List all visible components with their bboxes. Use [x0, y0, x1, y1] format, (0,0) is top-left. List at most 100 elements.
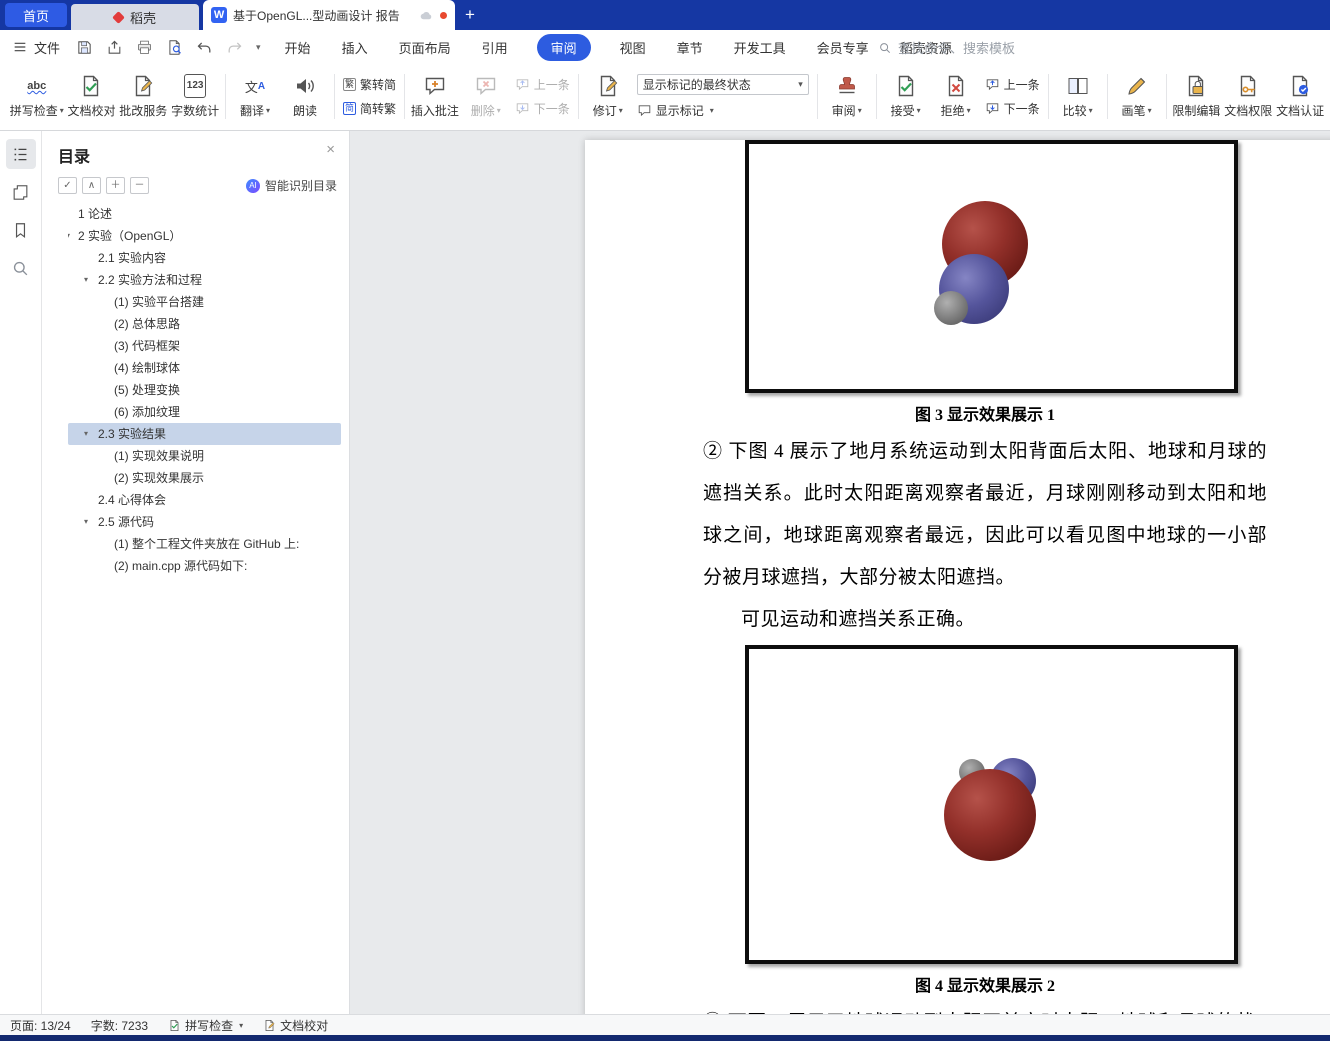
prev-change-button[interactable]: 上一条 — [985, 76, 1040, 93]
accept-change-button[interactable]: 接受 ▾ — [881, 67, 931, 126]
find-panel-button[interactable] — [6, 253, 36, 283]
tab-page-layout[interactable]: 页面布局 — [397, 35, 453, 60]
toc-item[interactable]: (1) 整个工程文件夹放在 GitHub 上: — [68, 533, 341, 555]
quick-access-toolbar: ▾ — [76, 39, 261, 56]
tab-start[interactable]: 开始 — [283, 35, 313, 60]
home-tab[interactable]: 首页 — [5, 3, 68, 27]
doc-permission-button[interactable]: 文档权限 — [1222, 67, 1274, 126]
figure-3-image[interactable] — [745, 140, 1238, 393]
bookmarks-panel-button[interactable] — [6, 215, 36, 245]
file-menu-button[interactable]: 文件 — [12, 38, 60, 57]
print-icon[interactable] — [136, 39, 153, 56]
ribbon-separator — [816, 74, 818, 119]
doc-proof-status-button[interactable]: 文档校对 — [263, 1017, 328, 1034]
ribbon-separator — [875, 74, 877, 119]
restrict-editing-button[interactable]: 限制编辑 — [1171, 67, 1223, 126]
trad-to-simp-button[interactable]: 繁 繁转简 — [342, 76, 396, 93]
toc-item[interactable]: (4) 绘制球体 — [68, 357, 341, 379]
chevron-down-icon[interactable]: ▾ — [84, 511, 88, 533]
print-preview-icon[interactable] — [166, 39, 183, 56]
ribbon-tabs: 开始 插入 页面布局 引用 审阅 视图 章节 开发工具 会员专享 稻壳资源 — [283, 33, 954, 61]
window-titlebar: 首页 稻壳 W 基于OpenGL...型动画设计 报告 + — [0, 0, 1330, 30]
redo-icon[interactable] — [226, 39, 243, 56]
toc-item[interactable]: (1) 实现效果说明 — [68, 445, 341, 467]
toc-item[interactable]: (6) 添加纹理 — [68, 401, 341, 423]
comment-nav-group: 上一条 下一条 — [511, 67, 574, 126]
pen-button[interactable]: 画笔 ▾ — [1112, 67, 1162, 126]
grading-service-button[interactable]: 批改服务 — [117, 67, 169, 126]
save-icon[interactable] — [76, 39, 93, 56]
command-search-box[interactable]: 查找命令、搜索模板 — [878, 38, 1015, 57]
toc-item[interactable]: (5) 处理变换 — [68, 379, 341, 401]
review-button[interactable]: 审阅 ▾ — [822, 67, 872, 126]
track-changes-icon — [596, 74, 620, 98]
tab-developer[interactable]: 开发工具 — [732, 35, 788, 60]
simp-to-trad-button[interactable]: 简 简转繁 — [342, 100, 396, 117]
toc-item[interactable]: (1) 实验平台搭建 — [68, 291, 341, 313]
smart-recognize-toc-button[interactable]: AI 智能识别目录 — [245, 177, 337, 194]
thumbnails-panel-button[interactable] — [6, 177, 36, 207]
chevron-down-icon: ▾ — [1147, 106, 1152, 115]
accept-change-icon — [894, 74, 918, 98]
document-canvas[interactable]: 图 3 显示效果展示 1 ② 下图 4 展示了地月系统运动到太阳背面后太阳、地球… — [350, 131, 1330, 1014]
toc-item[interactable]: (3) 代码框架 — [68, 335, 341, 357]
doc-certify-button[interactable]: 文档认证 — [1274, 67, 1326, 126]
spell-check-button[interactable]: abc 拼写检查 ▾ — [8, 67, 66, 126]
translate-button[interactable]: 文A 翻译 ▾ — [230, 67, 280, 126]
chevron-down-icon[interactable]: ▾ — [84, 423, 88, 445]
toc-item[interactable]: 2.1 实验内容 — [68, 247, 341, 269]
markup-state-dropdown[interactable]: 显示标记的最终状态 ▾ — [636, 74, 809, 95]
tab-membership[interactable]: 会员专享 — [815, 35, 871, 60]
document-tab[interactable]: W 基于OpenGL...型动画设计 报告 — [203, 0, 456, 30]
read-aloud-button[interactable]: 朗读 — [280, 67, 330, 126]
next-change-button[interactable]: 下一条 — [985, 100, 1040, 117]
word-count-indicator[interactable]: 字数: 7233 — [91, 1017, 148, 1034]
track-changes-button[interactable]: 修订 ▾ — [583, 67, 633, 126]
chevron-down-icon[interactable]: ▾ — [68, 225, 70, 247]
reject-change-button[interactable]: 拒绝 ▾ — [931, 67, 981, 126]
toc-expand-button[interactable]: ＋ — [106, 177, 125, 194]
tab-references[interactable]: 引用 — [480, 35, 510, 60]
toc-item[interactable]: ▾ 2.5 源代码 — [68, 511, 341, 533]
toc-collapse-all-button[interactable]: ∧ — [82, 177, 101, 194]
delete-comment-button[interactable]: 删除 ▾ — [461, 67, 511, 126]
page-indicator[interactable]: 页面: 13/24 — [10, 1017, 71, 1034]
tab-review[interactable]: 审阅 — [536, 33, 591, 61]
document-page[interactable]: 图 3 显示效果展示 1 ② 下图 4 展示了地月系统运动到太阳背面后太阳、地球… — [585, 140, 1330, 1014]
toc-item[interactable]: (2) 实现效果展示 — [68, 467, 341, 489]
doc-proof-button[interactable]: 文档校对 — [66, 67, 118, 126]
toc-panel-button[interactable] — [5, 139, 36, 169]
undo-icon[interactable] — [196, 39, 213, 56]
tab-view[interactable]: 视图 — [618, 35, 648, 60]
compare-button[interactable]: 比较 ▾ — [1053, 67, 1103, 126]
toc-item[interactable]: 2.4 心得体会 — [68, 489, 341, 511]
toc-item[interactable]: ▾ 2.2 实验方法和过程 — [68, 269, 341, 291]
export-icon[interactable] — [106, 39, 123, 56]
chevron-down-icon: ▾ — [1088, 106, 1093, 115]
show-markup-button[interactable]: 显示标记 ▾ — [637, 102, 809, 119]
figure-4-image[interactable] — [745, 645, 1238, 964]
toc-item[interactable]: (2) 总体思路 — [68, 313, 341, 335]
new-tab-button[interactable]: + — [465, 5, 475, 25]
toc-item-selected[interactable]: ▾ 2.3 实验结果 — [68, 423, 341, 445]
word-count-button[interactable]: 123 字数统计 — [169, 67, 221, 126]
toc-item[interactable]: (2) main.cpp 源代码如下: — [68, 555, 341, 577]
figure-4-caption: 图 4 显示效果展示 2 — [914, 978, 1055, 995]
toc-check-button[interactable]: ✓ — [58, 177, 77, 194]
toc-item[interactable]: 1 论述 — [68, 203, 341, 225]
doc-permission-icon — [1236, 74, 1260, 98]
chevron-down-icon[interactable]: ▾ — [84, 269, 88, 291]
prev-comment-button[interactable]: 上一条 — [515, 76, 570, 93]
close-icon[interactable]: × — [326, 141, 335, 158]
customize-toolbar-caret-icon[interactable]: ▾ — [256, 42, 261, 53]
ribbon-separator — [1165, 74, 1167, 119]
toc-item[interactable]: ▾ 2 实验（OpenGL） — [68, 225, 341, 247]
next-comment-button[interactable]: 下一条 — [515, 100, 570, 117]
toc-panel: 目录 × ✓ ∧ ＋ － AI 智能识别目录 1 论述 ▾ 2 实验（OpenGL… — [42, 131, 350, 1014]
tab-insert[interactable]: 插入 — [340, 35, 370, 60]
tab-section[interactable]: 章节 — [675, 35, 705, 60]
store-tab[interactable]: 稻壳 — [71, 4, 200, 30]
insert-comment-button[interactable]: 插入批注 — [409, 67, 461, 126]
toc-fold-button[interactable]: － — [130, 177, 149, 194]
spell-check-status-button[interactable]: 拼写检查 ▾ — [168, 1017, 243, 1034]
